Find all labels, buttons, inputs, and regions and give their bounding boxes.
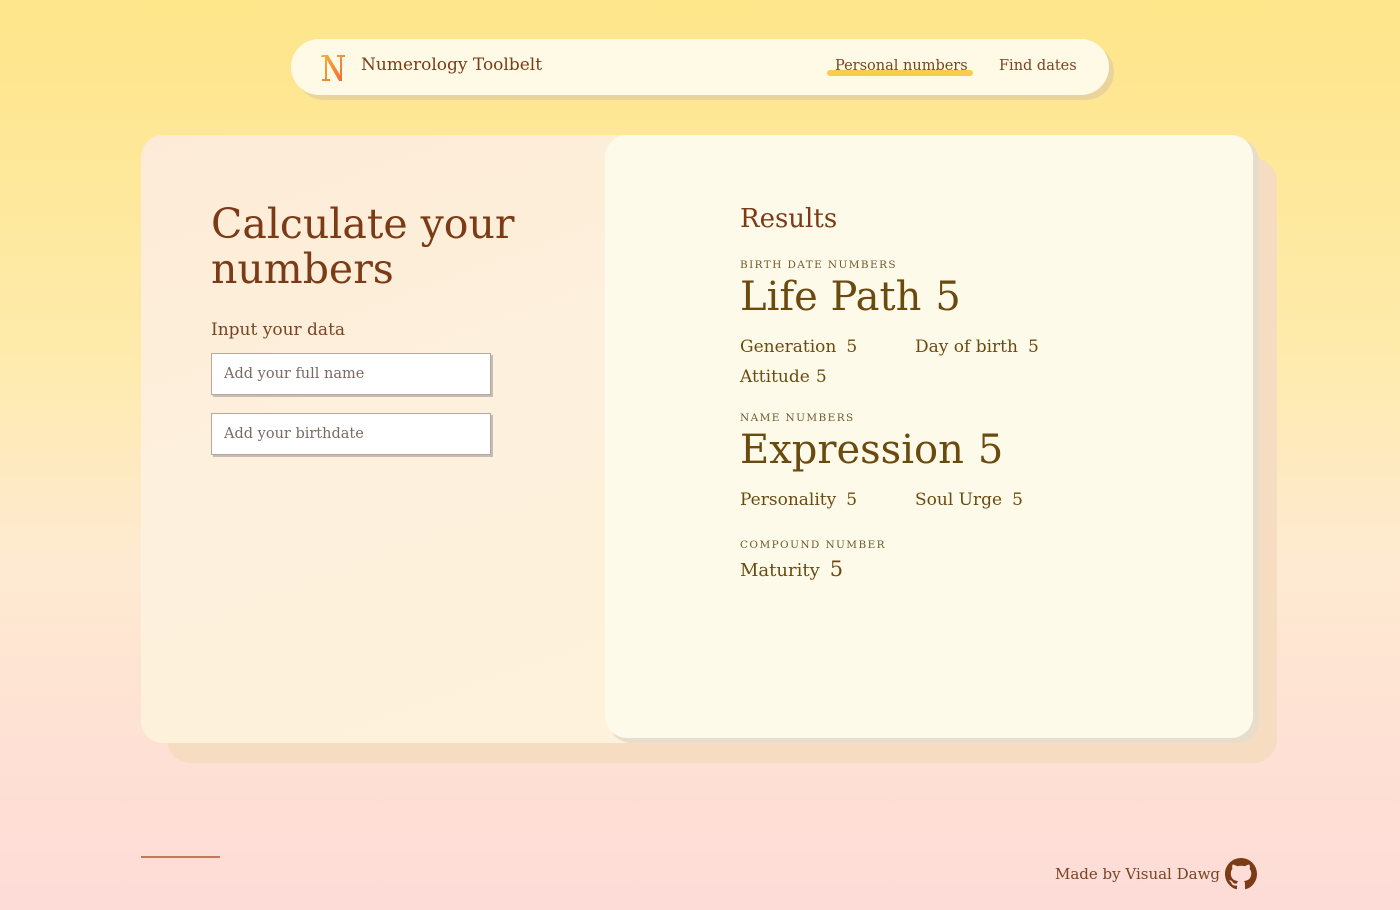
attitude-row: Attitude 5 [740, 367, 827, 387]
expression-value: 5 [977, 427, 1004, 473]
maturity-row: Maturity 5 [740, 557, 843, 581]
numerology-logo-icon [321, 55, 345, 81]
attitude-value: 5 [815, 367, 827, 387]
soul-urge-row: Soul Urge 5 [915, 490, 1023, 510]
made-by-credit: Made by Visual Dawg [1055, 865, 1221, 883]
generation-value: 5 [846, 337, 858, 357]
day-of-birth-row: Day of birth 5 [915, 337, 1039, 357]
nav-find-dates[interactable]: Find dates [999, 58, 1077, 74]
maturity-label: Maturity [740, 560, 820, 581]
personality-row: Personality 5 [740, 490, 857, 510]
name-numbers-label: NAME NUMBERS [740, 412, 855, 424]
life-path-label: Life Path [740, 274, 922, 320]
expression-row: Expression 5 [740, 427, 1003, 473]
birth-date-numbers-label: BIRTH DATE NUMBERS [740, 259, 897, 271]
results-title: Results [740, 204, 838, 234]
soul-urge-label: Soul Urge [915, 490, 1003, 510]
full-name-input[interactable] [211, 353, 491, 395]
calculate-title: Calculate your numbers [211, 200, 515, 293]
maturity-value: 5 [829, 557, 844, 581]
day-of-birth-label: Day of birth [915, 337, 1018, 357]
life-path-value: 5 [935, 274, 961, 320]
nav-personal-numbers[interactable]: Personal numbers [835, 58, 968, 74]
generation-label: Generation [740, 337, 837, 357]
compound-number-label: COMPOUND NUMBER [740, 539, 886, 551]
generation-row: Generation 5 [740, 337, 857, 357]
day-of-birth-value: 5 [1027, 337, 1039, 357]
life-path-row: Life Path 5 [740, 274, 961, 320]
personality-value: 5 [846, 490, 858, 510]
footer-divider [141, 856, 220, 858]
app-title: Numerology Toolbelt [361, 55, 543, 75]
expression-label: Expression [740, 427, 964, 473]
birthdate-input[interactable] [211, 413, 491, 455]
personality-label: Personality [740, 490, 837, 510]
soul-urge-value: 5 [1012, 490, 1023, 510]
input-data-label: Input your data [211, 320, 346, 340]
github-icon[interactable] [1225, 858, 1257, 890]
top-nav: Numerology Toolbelt Personal numbers Fin… [291, 39, 1109, 95]
attitude-label: Attitude [740, 367, 810, 387]
